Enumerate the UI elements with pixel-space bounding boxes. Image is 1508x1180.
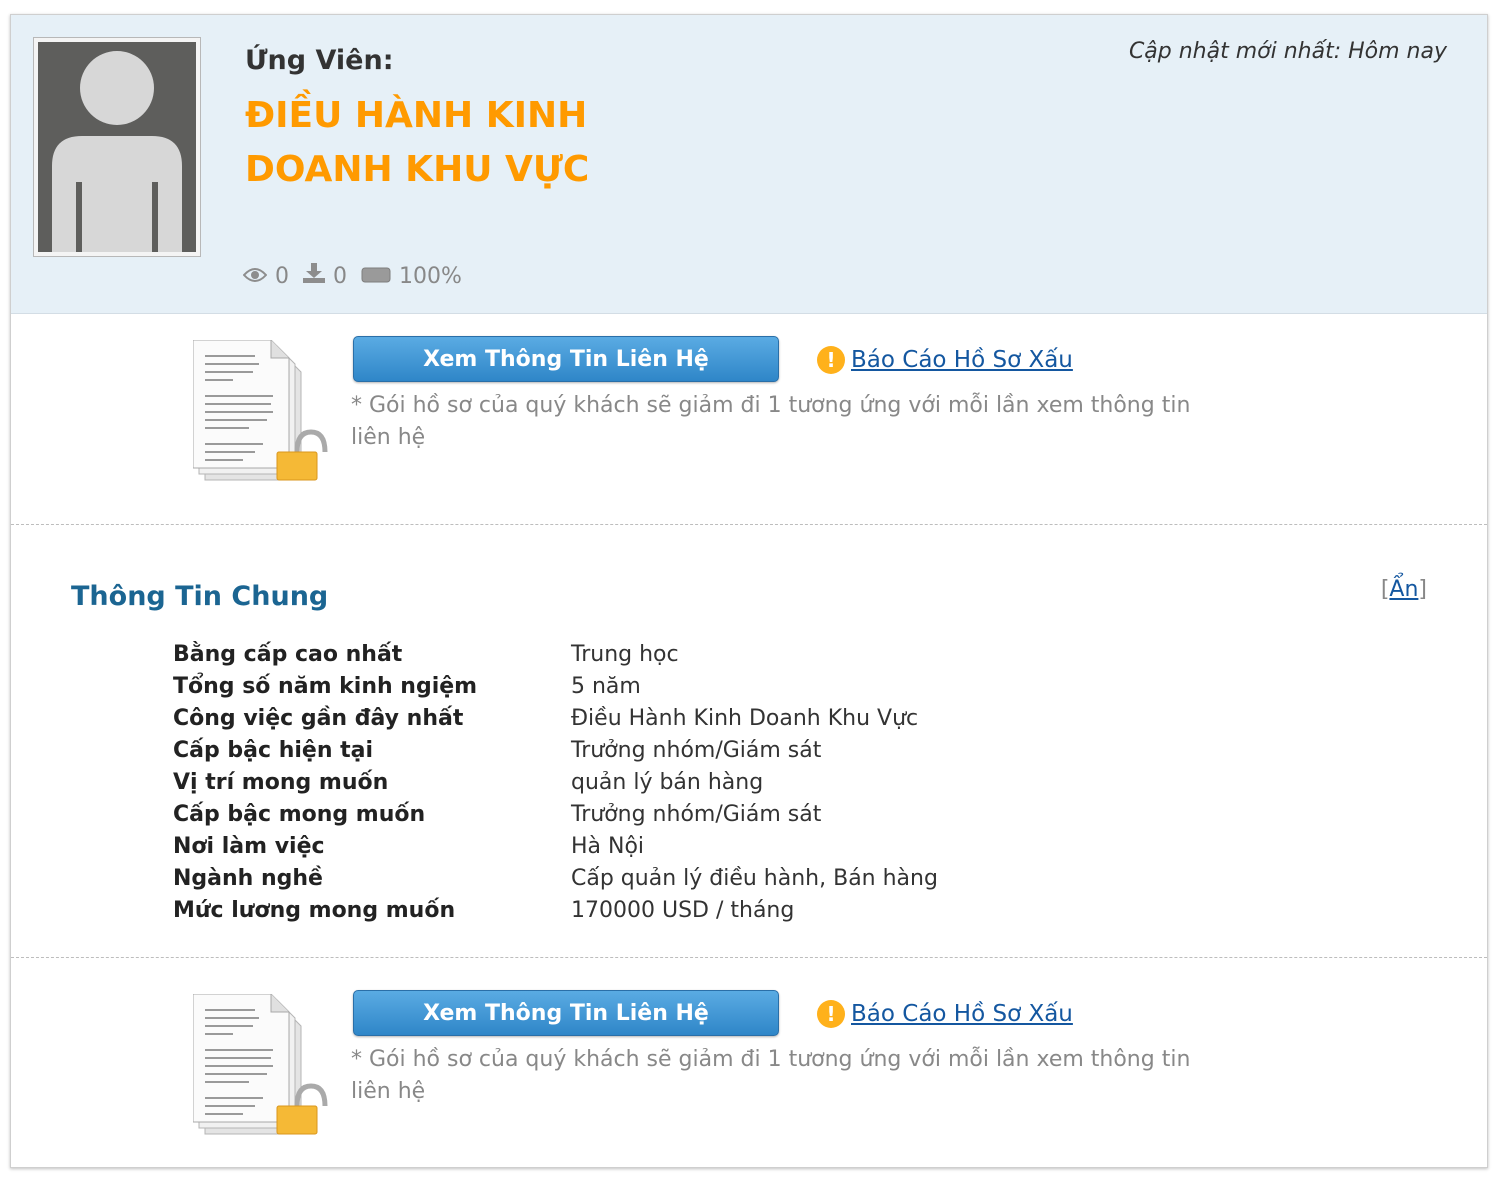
locked-document-icon xyxy=(192,339,329,484)
locked-document-icon xyxy=(192,993,329,1138)
progress-icon xyxy=(361,264,399,289)
general-info-title: Thông Tin Chung xyxy=(71,581,329,612)
avatar-placeholder-icon xyxy=(38,42,196,252)
downloads-stat: 0 xyxy=(303,263,347,289)
view-contact-button[interactable]: Xem Thông Tin Liên Hệ xyxy=(353,336,779,382)
divider xyxy=(11,957,1487,958)
profile-stats: 0 0 100% xyxy=(242,263,476,289)
avatar xyxy=(33,37,201,257)
warning-icon: ! xyxy=(817,1000,845,1028)
completeness-stat: 100% xyxy=(361,264,462,289)
contact-action-block-top: Xem Thông Tin Liên Hệ ! Báo Cáo Hồ Sơ Xấ… xyxy=(11,314,1487,524)
completeness-value: 100% xyxy=(399,263,462,289)
info-row-desired-level: Cấp bậc mong muốn Trưởng nhóm/Giám sát xyxy=(173,802,822,827)
report-profile: ! Báo Cáo Hồ Sơ Xấu xyxy=(817,346,1073,374)
views-stat: 0 xyxy=(242,263,289,289)
contact-note: * Gói hồ sơ của quý khách sẽ giảm đi 1 t… xyxy=(351,1047,1191,1104)
divider xyxy=(11,524,1487,525)
info-row-current-level: Cấp bậc hiện tại Trưởng nhóm/Giám sát xyxy=(173,738,822,763)
warning-icon: ! xyxy=(817,346,845,374)
info-row-salary: Mức lương mong muốn 170000 USD / tháng xyxy=(173,898,795,923)
downloads-count: 0 xyxy=(333,263,347,289)
views-count: 0 xyxy=(275,263,289,289)
report-profile-link[interactable]: Báo Cáo Hồ Sơ Xấu xyxy=(851,1001,1073,1027)
job-title: ĐIỀU HÀNH KINH DOANH KHU VỰC xyxy=(245,95,590,190)
info-row-degree: Bằng cấp cao nhất Trung học xyxy=(173,642,679,667)
hide-section-link[interactable]: Ẩn xyxy=(1389,577,1418,602)
info-row-desired-position: Vị trí mong muốn quản lý bán hàng xyxy=(173,770,764,795)
report-profile: ! Báo Cáo Hồ Sơ Xấu xyxy=(817,1000,1073,1028)
view-contact-button[interactable]: Xem Thông Tin Liên Hệ xyxy=(353,990,779,1036)
info-row-recent-job: Công việc gần đây nhất Điều Hành Kinh Doa… xyxy=(173,706,919,731)
candidate-card: Ứng Viên: ĐIỀU HÀNH KINH DOANH KHU VỰC C… xyxy=(10,14,1488,1168)
contact-note: * Gói hồ sơ của quý khách sẽ giảm đi 1 t… xyxy=(351,393,1191,450)
eye-icon xyxy=(242,264,275,289)
candidate-label: Ứng Viên: xyxy=(245,45,394,76)
info-row-location: Nơi làm việc Hà Nội xyxy=(173,834,645,859)
download-icon xyxy=(303,263,333,289)
contact-action-block-bottom: Xem Thông Tin Liên Hệ ! Báo Cáo Hồ Sơ Xấ… xyxy=(11,968,1487,1178)
info-row-industry: Ngành nghề Cấp quản lý điều hành, Bán hàn… xyxy=(173,866,938,891)
last-updated: Cập nhật mới nhất: Hôm nay xyxy=(1128,39,1447,64)
general-info-table: Bằng cấp cao nhất Trung học Tổng số năm k… xyxy=(173,639,938,927)
profile-header: Ứng Viên: ĐIỀU HÀNH KINH DOANH KHU VỰC C… xyxy=(11,15,1487,314)
info-row-experience: Tổng số năm kinh ngiệm 5 năm xyxy=(173,674,641,699)
general-info-toggle: [Ẩn] xyxy=(1380,577,1427,602)
report-profile-link[interactable]: Báo Cáo Hồ Sơ Xấu xyxy=(851,347,1073,373)
